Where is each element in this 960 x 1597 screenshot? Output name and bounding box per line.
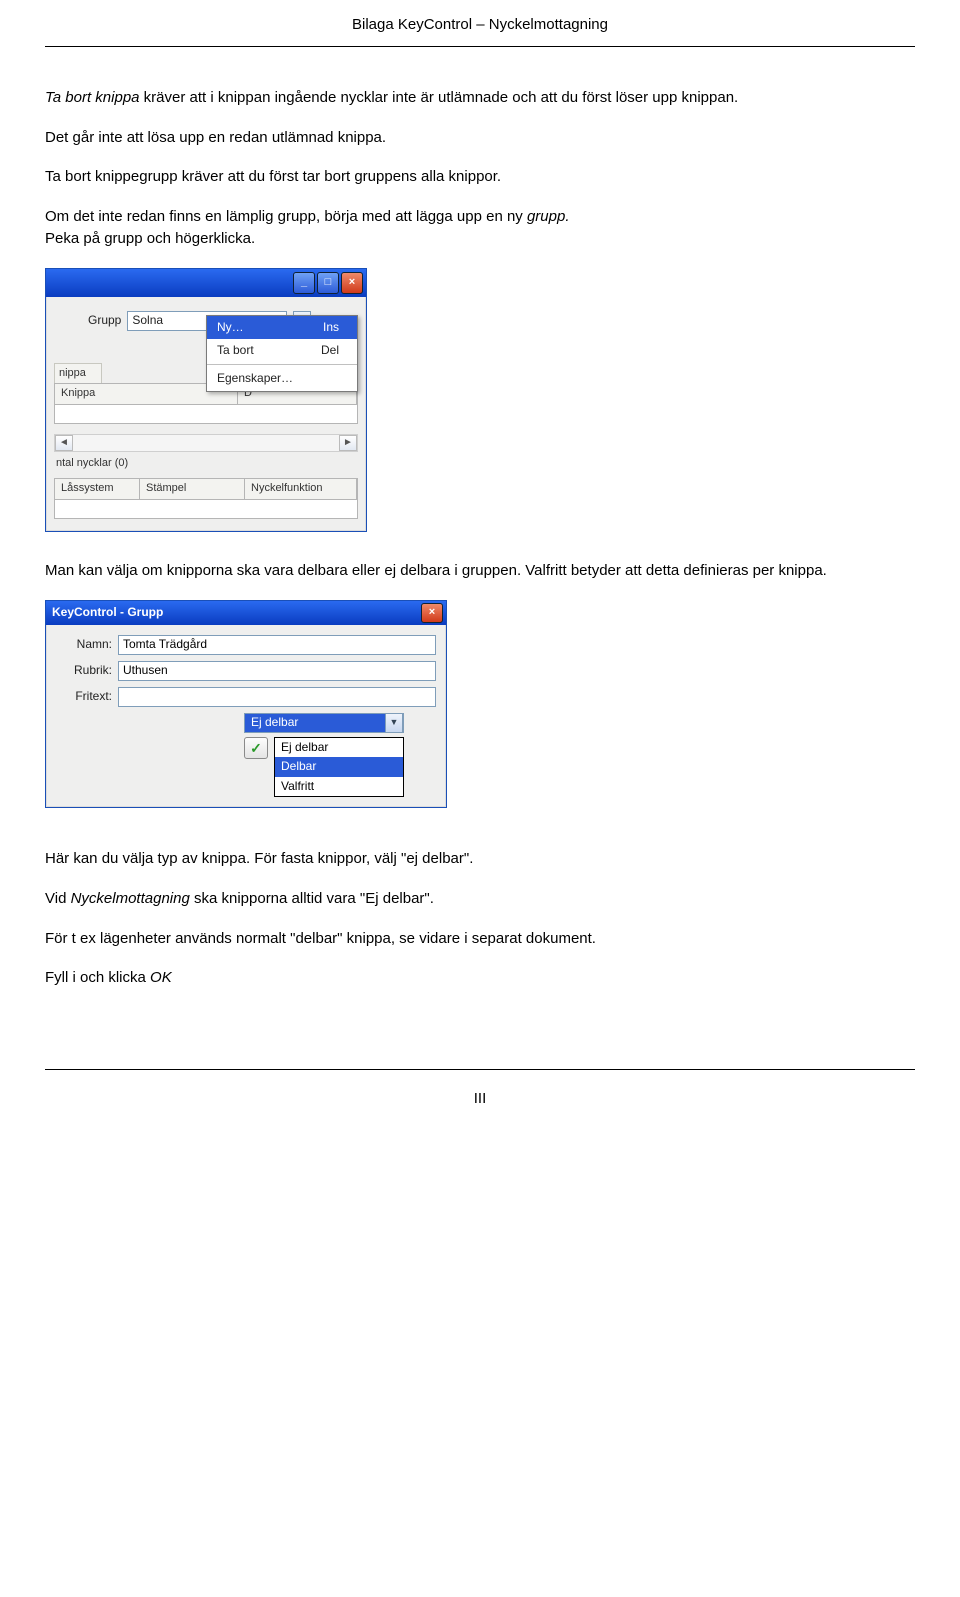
status-count: ntal nycklar (0) [54,452,358,478]
col-nyckelfunktion: Nyckelfunktion [245,479,357,499]
option-valfritt[interactable]: Valfritt [275,777,403,796]
paragraph-10: Fyll i och klicka OK [45,967,915,989]
p10-italic: OK [150,969,172,986]
paragraph-9: För t ex lägenheter används normalt "del… [45,928,915,950]
col-stampel: Stämpel [140,479,245,499]
p5-text: Peka på grupp och högerklicka. [45,230,255,247]
fritext-label: Fritext: [56,688,118,705]
p10-a: Fyll i och klicka [45,969,150,986]
menu-item-tabort-label: Ta bort [217,342,254,359]
paragraph-4-5: Om det inte redan finns en lämplig grupp… [45,206,915,250]
context-menu: Ny… Ins Ta bort Del Egenskaper… [206,315,358,392]
paragraph-7: Här kan du välja typ av knippa. För fast… [45,848,915,870]
p1-italic: Ta bort knippa [45,89,140,106]
grupp-label: Grupp [88,312,121,329]
p4-text: Om det inte redan finns en lämplig grupp… [45,208,527,225]
chevron-down-icon[interactable]: ▼ [385,713,403,733]
namn-field[interactable]: Tomta Trädgård [118,635,436,655]
screenshot-group-context-menu: _ □ × Grupp Solna ▼ Ny… Ins Ta bort Del [45,268,367,533]
scroll-left-icon[interactable]: ◄ [55,435,73,451]
horizontal-scrollbar[interactable]: ◄ ► [54,434,358,452]
paragraph-1: Ta bort knippa kräver att i knippan ingå… [45,87,915,109]
namn-label: Namn: [56,636,118,653]
window-maximize-icon[interactable]: □ [317,272,339,294]
menu-item-tabort-shortcut: Del [321,342,339,359]
header-rule [45,46,915,47]
grid-empty-row-1 [54,405,358,424]
fritext-field[interactable] [118,687,436,707]
menu-item-ny-label: Ny… [217,319,244,336]
window-minimize-icon[interactable]: _ [293,272,315,294]
menu-item-tabort[interactable]: Ta bort Del [207,339,357,362]
paragraph-2: Det går inte att lösa upp en redan utläm… [45,127,915,149]
paragraph-6: Man kan välja om knipporna ska vara delb… [45,560,915,582]
menu-item-ny[interactable]: Ny… Ins [207,316,357,339]
dialog-close-icon[interactable]: × [421,603,443,623]
grid-header-2: Låssystem Stämpel Nyckelfunktion [54,478,358,500]
ok-button[interactable]: ✓ [244,737,268,759]
dialog-title: KeyControl - Grupp [52,604,163,621]
footer-rule [45,1069,915,1070]
page-header: Bilaga KeyControl – Nyckelmottagning [45,14,915,46]
p4-italic: grupp. [527,208,570,225]
rubrik-label: Rubrik: [56,662,118,679]
menu-separator [207,364,357,365]
dialog-titlebar: KeyControl - Grupp × [46,601,446,625]
rubrik-field[interactable]: Uthusen [118,661,436,681]
paragraph-8: Vid Nyckelmottagning ska knipporna allti… [45,888,915,910]
col-lassystem: Låssystem [55,479,140,499]
option-ej-delbar[interactable]: Ej delbar [275,738,403,757]
delbar-selected: Ej delbar [245,714,385,731]
paragraph-3: Ta bort knippegrupp kräver att du först … [45,166,915,188]
menu-item-ny-shortcut: Ins [323,319,339,336]
p8-c: ska knipporna alltid vara "Ej delbar". [190,890,434,907]
page-number: III [45,1088,915,1110]
window-close-icon[interactable]: × [341,272,363,294]
scroll-right-icon[interactable]: ► [339,435,357,451]
delbar-combobox[interactable]: Ej delbar ▼ [244,713,404,733]
p8-italic: Nyckelmottagning [71,890,190,907]
window-titlebar: _ □ × [46,269,366,297]
tab-nippa[interactable]: nippa [54,363,102,384]
menu-item-egenskaper-label: Egenskaper… [217,370,293,387]
menu-item-egenskaper[interactable]: Egenskaper… [207,367,357,390]
p1-rest: kräver att i knippan ingående nycklar in… [140,89,739,106]
p8-a: Vid [45,890,71,907]
check-icon: ✓ [250,738,262,758]
screenshot-group-dialog: KeyControl - Grupp × Namn: Tomta Trädgår… [45,600,447,808]
delbar-options-list: Ej delbar Delbar Valfritt [274,737,404,797]
grid-empty-row-2 [54,500,358,519]
option-delbar[interactable]: Delbar [275,757,403,776]
